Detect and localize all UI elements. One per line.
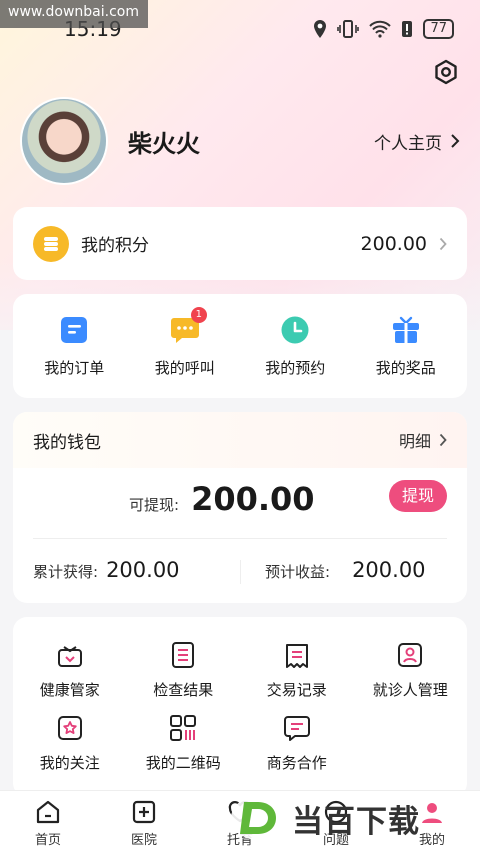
avatar[interactable] xyxy=(20,97,108,185)
status-icons: 77 xyxy=(313,19,454,39)
watermark-logo-icon xyxy=(231,796,285,840)
withdrawable-label: 可提现: xyxy=(129,496,180,514)
service-following[interactable]: 我的关注 xyxy=(13,714,127,773)
patient-icon xyxy=(398,643,423,667)
divider xyxy=(33,538,447,539)
service-label: 健康管家 xyxy=(39,681,100,699)
settings-icon xyxy=(435,59,457,85)
site-watermark: www.downbai.com xyxy=(0,0,148,28)
points-card[interactable]: 我的积分 200.00 xyxy=(13,207,467,280)
accumulated-value: 200.00 xyxy=(106,558,180,582)
wallet-title: 我的钱包 xyxy=(33,432,101,453)
points-value: 200.00 xyxy=(360,232,427,255)
tab-label: 医院 xyxy=(130,833,157,848)
notification-badge: 1 xyxy=(190,306,207,323)
nickname: 柴火火 xyxy=(128,129,200,158)
report-icon xyxy=(172,642,195,668)
wallet-header: 我的钱包 明细 xyxy=(13,412,467,468)
qrcode-icon xyxy=(170,715,197,741)
service-qrcode[interactable]: 我的二维码 xyxy=(127,714,241,773)
shortcuts-card: 我的订单 1 我的呼叫 我的预约 我的奖品 xyxy=(13,294,467,398)
hospital-icon xyxy=(132,800,156,824)
shortcut-label: 我的奖品 xyxy=(375,358,436,377)
battery-indicator: 77 xyxy=(423,19,454,39)
tab-label: 首页 xyxy=(34,833,61,848)
wallet-card: 我的钱包 明细 可提现: 200.00 提现 累计获得: 200.00 预计收益… xyxy=(13,412,467,603)
divider xyxy=(240,560,241,584)
shortcut-label: 我的订单 xyxy=(44,358,105,377)
wifi-icon xyxy=(369,20,392,38)
expected-value: 200.00 xyxy=(352,558,426,582)
homepage-label: 个人主页 xyxy=(374,133,442,154)
withdraw-button[interactable]: 提现 xyxy=(389,480,447,512)
shortcut-orders[interactable]: 我的订单 xyxy=(24,315,124,378)
services-card: 健康管家 检查结果 交易记录 就诊人管理 我的关注 我的二维码 商务合作 xyxy=(13,617,467,797)
site-logo-watermark: 当百下载 xyxy=(230,788,480,848)
shortcut-appointments[interactable]: 我的预约 xyxy=(245,315,345,378)
expected-label: 预计收益: xyxy=(265,563,331,581)
points-label: 我的积分 xyxy=(81,236,149,256)
service-label: 我的二维码 xyxy=(145,754,221,772)
vibrate-icon xyxy=(337,20,360,38)
tab-hospital[interactable]: 医院 xyxy=(96,791,192,853)
withdrawable-balance: 可提现: 200.00 xyxy=(129,480,315,518)
service-label: 交易记录 xyxy=(266,681,327,699)
chevron-right-icon xyxy=(439,433,447,447)
coin-stack-icon xyxy=(33,225,69,262)
service-health[interactable]: 健康管家 xyxy=(13,641,127,700)
watermark-text: 当百下载 xyxy=(292,803,420,840)
transaction-icon xyxy=(285,644,308,668)
shortcut-label: 我的预约 xyxy=(265,358,326,377)
withdrawable-value: 200.00 xyxy=(191,480,315,518)
wallet-detail-link[interactable]: 明细 xyxy=(399,428,447,452)
services-grid: 健康管家 检查结果 交易记录 就诊人管理 我的关注 我的二维码 商务合作 xyxy=(13,617,467,773)
health-basket-icon xyxy=(57,646,82,667)
shortcut-calls[interactable]: 1 我的呼叫 xyxy=(135,306,235,378)
profile-section: 柴火火 个人主页 xyxy=(20,96,460,186)
favorite-icon xyxy=(57,716,82,740)
service-label: 商务合作 xyxy=(266,754,327,772)
service-results[interactable]: 检查结果 xyxy=(127,641,241,700)
service-patients[interactable]: 就诊人管理 xyxy=(354,641,468,700)
chevron-right-icon xyxy=(451,134,460,148)
gift-icon xyxy=(392,316,419,343)
location-icon xyxy=(314,20,327,38)
tab-home[interactable]: 首页 xyxy=(0,791,96,853)
expected-earnings: 预计收益: 200.00 xyxy=(265,558,426,582)
chevron-right-icon xyxy=(439,237,447,250)
settings-button[interactable] xyxy=(432,58,460,86)
clock-icon xyxy=(281,316,309,343)
accumulated-label: 累计获得: xyxy=(33,563,99,581)
shortcut-prizes[interactable]: 我的奖品 xyxy=(356,315,456,378)
service-label: 就诊人管理 xyxy=(372,681,448,699)
service-label: 我的关注 xyxy=(39,754,100,772)
order-icon xyxy=(61,316,88,343)
service-label: 检查结果 xyxy=(153,681,214,699)
accumulated-earnings: 累计获得: 200.00 xyxy=(33,558,180,582)
service-transactions[interactable]: 交易记录 xyxy=(240,641,354,700)
alert-icon xyxy=(402,21,413,37)
service-cooperation[interactable]: 商务合作 xyxy=(240,714,354,773)
home-icon xyxy=(36,800,60,824)
homepage-link[interactable]: 个人主页 xyxy=(374,129,460,154)
shortcut-label: 我的呼叫 xyxy=(154,358,215,377)
wallet-detail-label: 明细 xyxy=(398,432,431,451)
cooperation-icon xyxy=(283,716,310,741)
